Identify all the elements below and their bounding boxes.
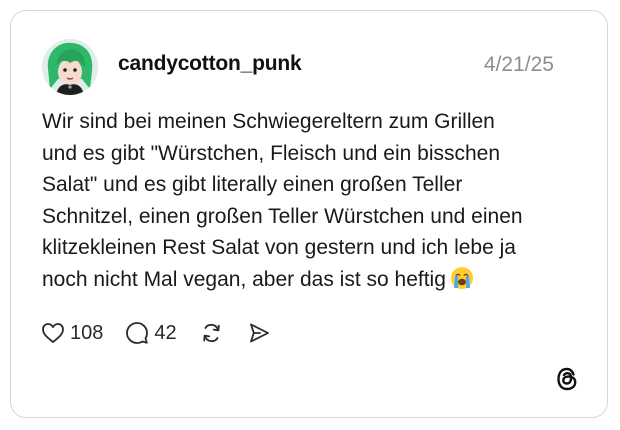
heart-icon: [41, 322, 65, 344]
comment-button[interactable]: 42: [125, 321, 177, 345]
post-date: 4/21/25: [483, 53, 554, 76]
share-button[interactable]: [247, 321, 271, 345]
post-body: Wir sind bei meinen Schwiegereltern zum …: [42, 106, 572, 299]
post-card: candycotton_punk 4/21/25 Wir sind bei me…: [10, 10, 608, 418]
username[interactable]: candycotton_punk: [118, 52, 302, 76]
post-text: Wir sind bei meinen Schwiegereltern zum …: [42, 110, 523, 291]
like-button[interactable]: 108: [41, 322, 103, 345]
avatar[interactable]: [42, 39, 98, 95]
comment-count: 42: [154, 321, 177, 344]
send-icon: [247, 321, 271, 345]
loudly-crying-face-icon: [450, 266, 474, 300]
post-actions: 108 42: [41, 318, 271, 348]
avatar-image: [42, 39, 98, 95]
repost-icon: [199, 321, 225, 345]
speech-bubble-icon: [125, 321, 149, 345]
repost-button[interactable]: [199, 321, 225, 345]
threads-logo-icon: [553, 365, 581, 393]
like-count: 108: [70, 321, 104, 344]
